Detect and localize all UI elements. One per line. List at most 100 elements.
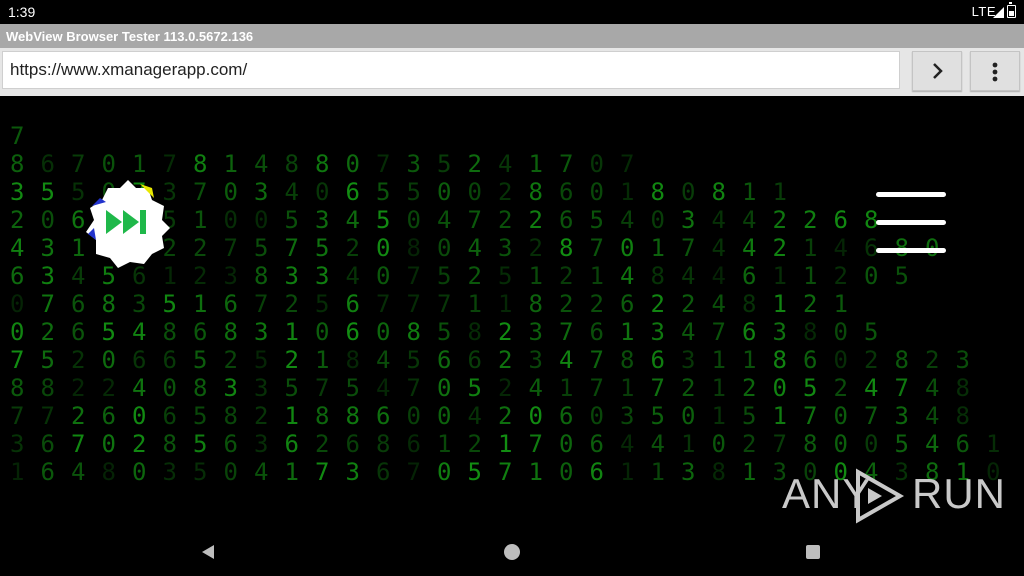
window-title: WebView Browser Tester 113.0.5672.136 <box>6 29 254 44</box>
matrix-digit: 8 <box>102 290 116 318</box>
matrix-digit: 7 <box>559 150 573 178</box>
matrix-digit: 5 <box>193 346 207 374</box>
matrix-digit: 5 <box>41 178 55 206</box>
matrix-digit: 4 <box>712 234 726 262</box>
matrix-digit: 1 <box>803 234 817 262</box>
matrix-digit: 4 <box>620 206 634 234</box>
matrix-digit: 8 <box>956 374 970 402</box>
go-button[interactable] <box>912 51 962 91</box>
hamburger-line <box>876 248 946 253</box>
matrix-digit: 5 <box>437 262 451 290</box>
matrix-digit: 6 <box>346 178 360 206</box>
matrix-digit: 1 <box>10 458 24 486</box>
signal-icon <box>993 7 1004 18</box>
matrix-digit: 8 <box>742 290 756 318</box>
matrix-digit: 1 <box>620 374 634 402</box>
matrix-digit: 8 <box>10 374 24 402</box>
site-menu-button[interactable] <box>874 186 950 256</box>
matrix-digit: 4 <box>925 430 939 458</box>
matrix-digit: 2 <box>803 290 817 318</box>
matrix-digit: 1 <box>773 178 787 206</box>
matrix-digit: 8 <box>285 150 299 178</box>
matrix-digit: 2 <box>285 346 299 374</box>
overflow-menu-button[interactable] <box>970 51 1020 91</box>
matrix-digit: 6 <box>376 402 390 430</box>
matrix-digit: 3 <box>254 318 268 346</box>
anyrun-watermark: ANY RUN <box>782 466 1005 526</box>
matrix-digit: 6 <box>376 458 390 486</box>
matrix-digit: 0 <box>529 402 543 430</box>
matrix-digit: 3 <box>956 346 970 374</box>
vertical-ellipsis-icon <box>992 62 998 82</box>
matrix-digit: 6 <box>956 430 970 458</box>
matrix-digit: 0 <box>376 318 390 346</box>
square-recents-icon[interactable] <box>806 545 820 559</box>
matrix-digit: 0 <box>834 430 848 458</box>
matrix-digit: 0 <box>590 150 604 178</box>
matrix-digit: 1 <box>468 290 482 318</box>
title-bar: WebView Browser Tester 113.0.5672.136 <box>0 24 1024 48</box>
url-input[interactable] <box>2 51 900 89</box>
matrix-digit: 0 <box>468 178 482 206</box>
matrix-digit: 2 <box>559 262 573 290</box>
matrix-digit: 2 <box>773 206 787 234</box>
matrix-digit: 8 <box>803 318 817 346</box>
matrix-digit: 3 <box>224 374 238 402</box>
matrix-digit: 4 <box>376 346 390 374</box>
matrix-digit: 5 <box>376 178 390 206</box>
matrix-digit: 2 <box>529 234 543 262</box>
matrix-digit: 1 <box>529 458 543 486</box>
matrix-digit: 5 <box>498 262 512 290</box>
matrix-digit: 1 <box>498 430 512 458</box>
matrix-digit: 7 <box>712 318 726 346</box>
circle-home-icon[interactable] <box>504 544 520 560</box>
matrix-digit: 0 <box>315 318 329 346</box>
matrix-digit: 0 <box>102 150 116 178</box>
matrix-digit: 5 <box>193 430 207 458</box>
matrix-digit: 0 <box>864 262 878 290</box>
triangle-back-icon[interactable] <box>200 544 216 560</box>
matrix-digit: 8 <box>346 402 360 430</box>
matrix-digit: 4 <box>376 374 390 402</box>
matrix-digit: 5 <box>376 206 390 234</box>
matrix-digit: 2 <box>742 374 756 402</box>
matrix-digit: 1 <box>773 402 787 430</box>
matrix-digit: 7 <box>71 430 85 458</box>
matrix-digit: 8 <box>895 346 909 374</box>
matrix-digit: 0 <box>834 346 848 374</box>
matrix-digit: 1 <box>773 262 787 290</box>
matrix-digit: 6 <box>163 402 177 430</box>
matrix-digit: 6 <box>651 346 665 374</box>
matrix-digit: 7 <box>590 234 604 262</box>
matrix-digit: 2 <box>71 402 85 430</box>
matrix-digit: 8 <box>529 290 543 318</box>
matrix-digit: 1 <box>681 430 695 458</box>
matrix-digit: 8 <box>529 178 543 206</box>
matrix-digit: 4 <box>346 262 360 290</box>
matrix-digit: 8 <box>10 150 24 178</box>
matrix-digit: 2 <box>742 430 756 458</box>
watermark-run: RUN <box>912 470 1006 517</box>
matrix-digit: 5 <box>254 234 268 262</box>
gear-fast-forward-icon[interactable] <box>82 176 174 268</box>
matrix-digit: 5 <box>590 206 604 234</box>
matrix-digit: 8 <box>224 318 238 346</box>
matrix-digit: 0 <box>224 178 238 206</box>
webview-content[interactable]: 7867017814880735241707355073703406550028… <box>0 96 1024 528</box>
matrix-digit: 6 <box>102 402 116 430</box>
matrix-digit: 3 <box>285 262 299 290</box>
matrix-digit: 0 <box>376 262 390 290</box>
matrix-digit: 7 <box>224 234 238 262</box>
matrix-digit: 7 <box>559 318 573 346</box>
matrix-digit: 0 <box>590 402 604 430</box>
matrix-digit: 5 <box>102 318 116 346</box>
matrix-rain-background: 7867017814880735241707355073703406550028… <box>10 122 1000 486</box>
matrix-digit: 7 <box>407 262 421 290</box>
matrix-digit: 1 <box>712 346 726 374</box>
matrix-digit: 1 <box>712 402 726 430</box>
matrix-digit: 6 <box>41 150 55 178</box>
matrix-digit: 7 <box>895 374 909 402</box>
matrix-digit: 6 <box>559 206 573 234</box>
matrix-digit: 6 <box>590 318 604 346</box>
matrix-digit: 3 <box>681 346 695 374</box>
